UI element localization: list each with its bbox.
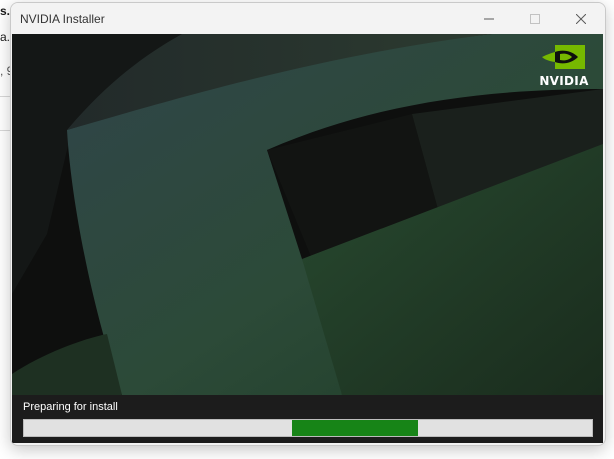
installer-splash: NVIDIA Preparing for install [12, 34, 603, 443]
progress-fill [292, 420, 419, 436]
status-text: Preparing for install [23, 401, 118, 413]
close-icon [576, 13, 586, 24]
status-panel: Preparing for install [12, 395, 603, 443]
close-button[interactable] [558, 3, 604, 34]
title-bar[interactable]: NVIDIA Installer [11, 3, 605, 34]
minimize-button[interactable] [466, 3, 512, 34]
maximize-icon [530, 13, 540, 24]
window-title: NVIDIA Installer [20, 12, 105, 26]
nvidia-eye-icon [542, 45, 585, 69]
minimize-icon [484, 14, 494, 24]
nvidia-wordmark: NVIDIA [539, 74, 589, 88]
splash-artwork [12, 34, 603, 443]
nvidia-logo: NVIDIA [534, 43, 594, 89]
installer-window: NVIDIA Installer NVIDIA Preparing for in… [10, 2, 606, 446]
install-progress-bar [23, 419, 593, 437]
maximize-button[interactable] [512, 3, 558, 34]
